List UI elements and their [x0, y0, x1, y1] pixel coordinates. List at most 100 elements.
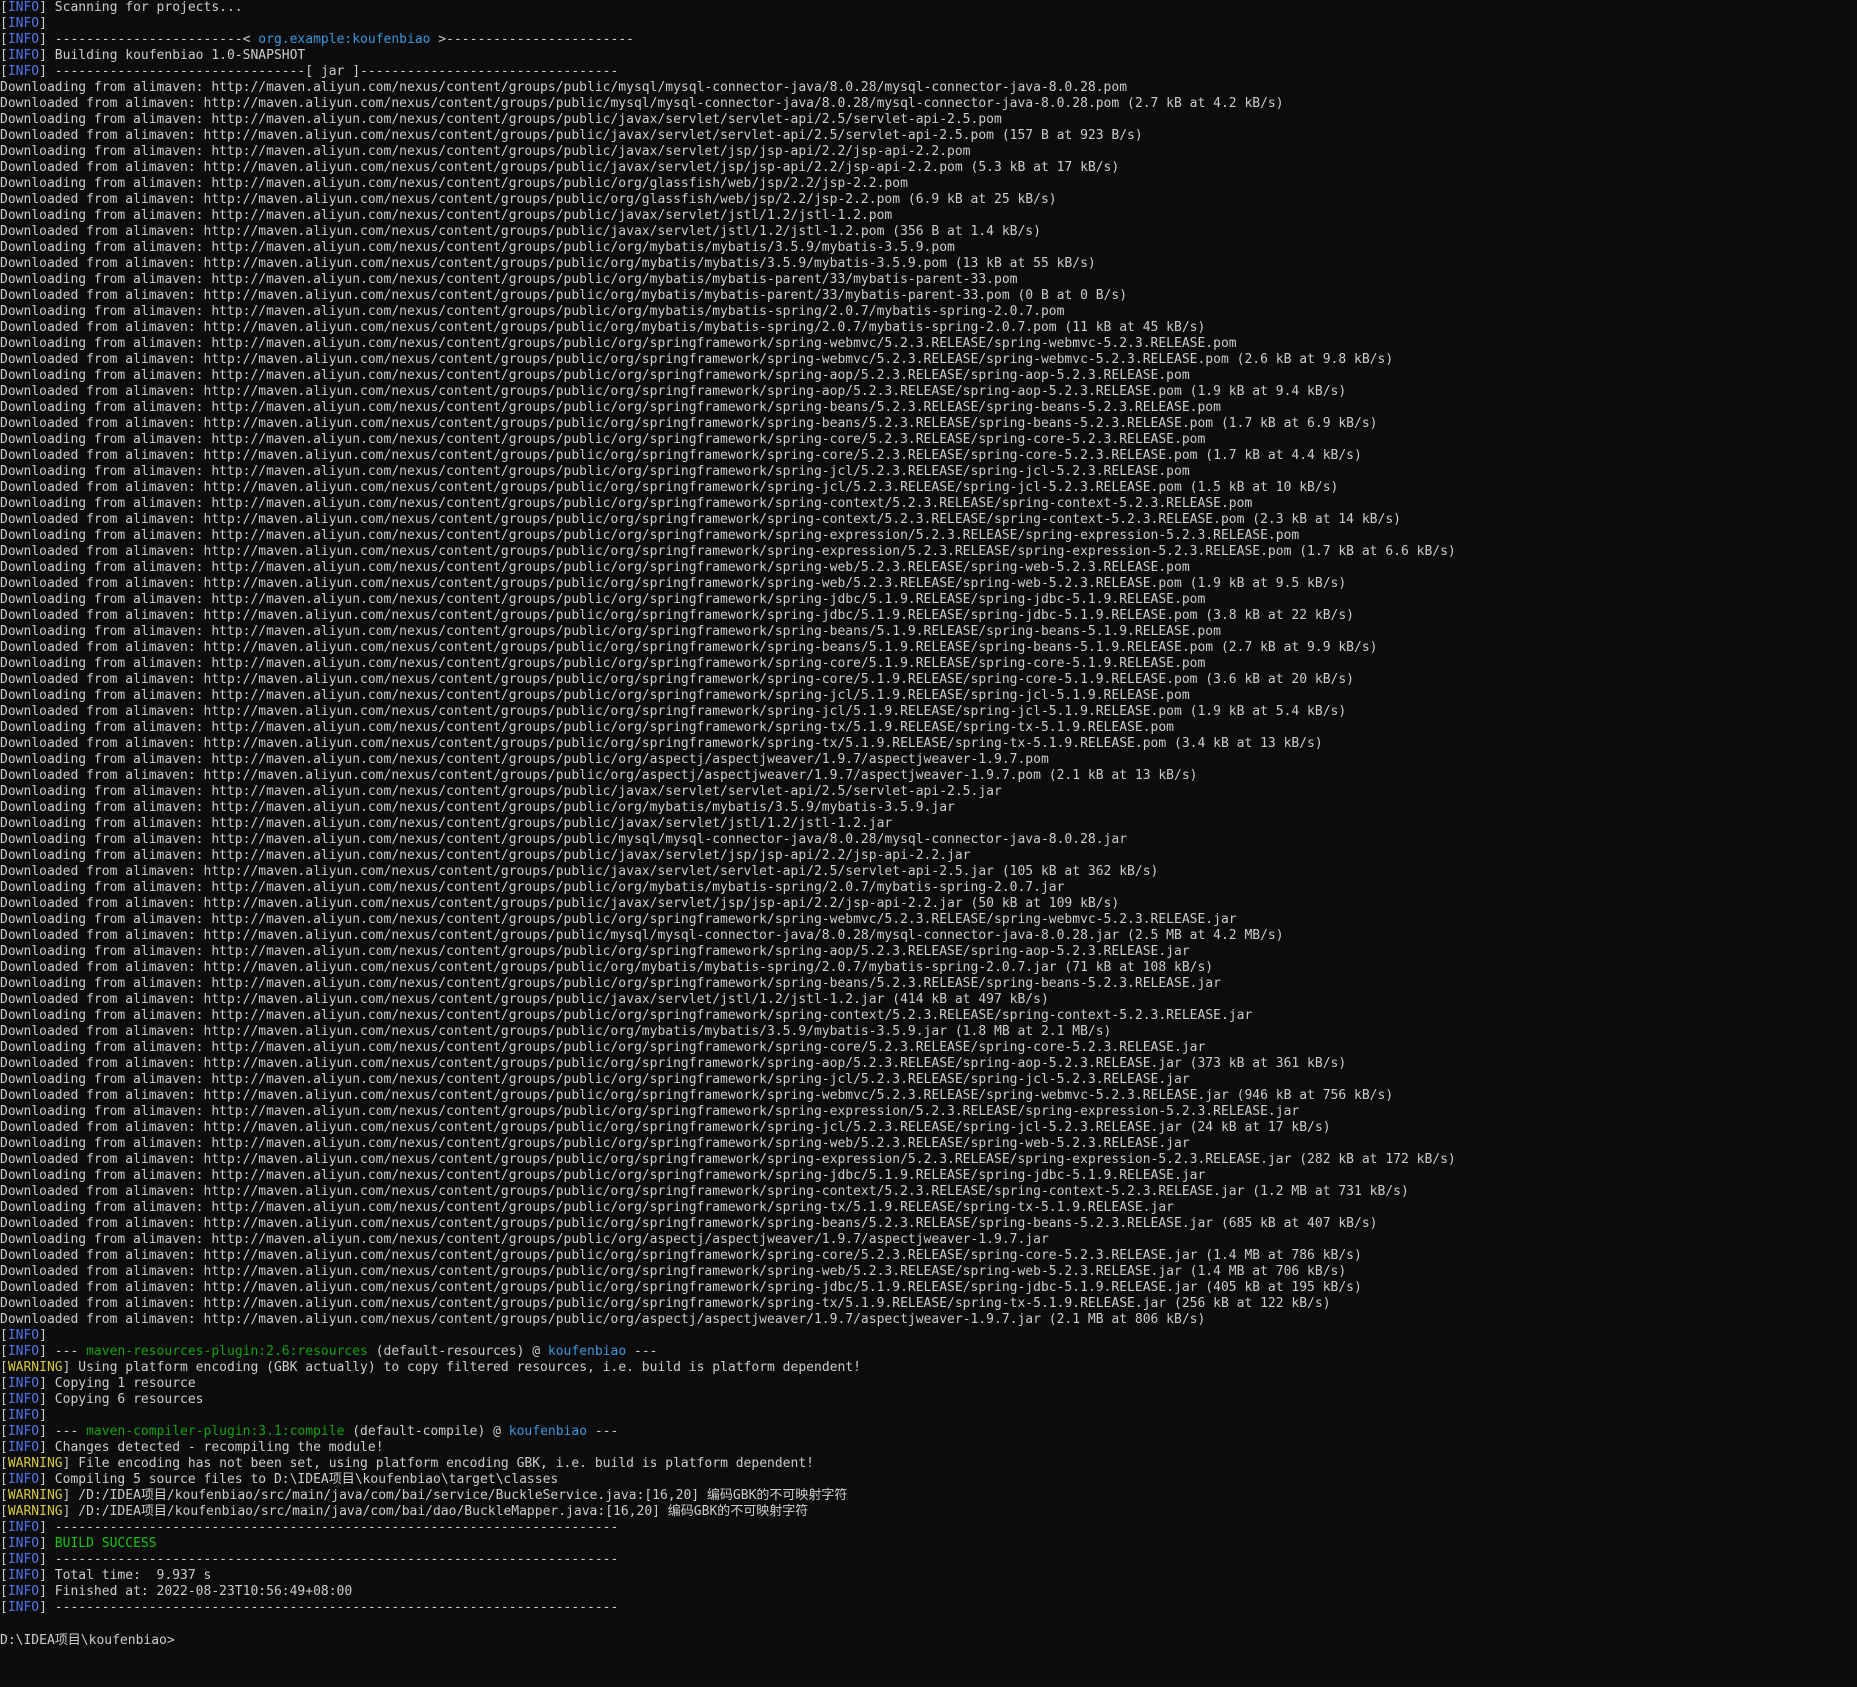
console-line: Downloaded from alimaven: http://maven.a…: [0, 288, 1857, 304]
line-text: Downloading from alimaven: http://maven.…: [0, 1200, 1174, 1215]
line-text: Downloaded from alimaven: http://maven.a…: [0, 1024, 1112, 1039]
line-text-after: >------------------------: [430, 32, 634, 47]
log-level-close-bracket: ]: [39, 1408, 55, 1423]
line-text: Downloaded from alimaven: http://maven.a…: [0, 1216, 1378, 1231]
console-line: Downloading from alimaven: http://maven.…: [0, 1200, 1857, 1216]
line-text: Downloading from alimaven: http://maven.…: [0, 784, 1002, 799]
line-text: Downloading from alimaven: http://maven.…: [0, 976, 1221, 991]
line-text: Downloading from alimaven: http://maven.…: [0, 944, 1190, 959]
log-level-close-bracket: ]: [39, 1376, 55, 1391]
log-level-close-bracket: ]: [39, 1424, 55, 1439]
line-text: Downloaded from alimaven: http://maven.a…: [0, 384, 1347, 399]
log-level-open-bracket: [: [0, 1488, 8, 1503]
console-line: [INFO] BUILD SUCCESS: [0, 1536, 1857, 1552]
line-text: Downloaded from alimaven: http://maven.a…: [0, 1312, 1206, 1327]
line-text: Downloaded from alimaven: http://maven.a…: [0, 1056, 1347, 1071]
highlighted-token: maven-compiler-plugin:3.1:compile: [86, 1424, 345, 1439]
log-level-open-bracket: [: [0, 0, 8, 15]
line-text: Total time: 9.937 s: [54, 1568, 212, 1583]
console-line: Downloaded from alimaven: http://maven.a…: [0, 1120, 1857, 1136]
line-text: ------------------------<: [54, 32, 259, 47]
log-level: INFO: [7, 48, 40, 63]
line-text: Downloading from alimaven: http://maven.…: [0, 464, 1190, 479]
line-text: Downloaded from alimaven: http://maven.a…: [0, 480, 1339, 495]
line-text: Downloading from alimaven: http://maven.…: [0, 1168, 1206, 1183]
line-text: Downloaded from alimaven: http://maven.a…: [0, 512, 1401, 527]
line-text: Downloaded from alimaven: http://maven.a…: [0, 1296, 1331, 1311]
log-level-open-bracket: [: [0, 1408, 8, 1423]
line-text-after: (default-compile) @: [344, 1424, 509, 1439]
line-text: Downloading from alimaven: http://maven.…: [0, 80, 1128, 95]
console-line: Downloading from alimaven: http://maven.…: [0, 208, 1857, 224]
log-level: INFO: [7, 32, 40, 47]
console-line: [INFO] --------------------------------[…: [0, 64, 1857, 80]
build-status: BUILD SUCCESS: [54, 1536, 157, 1551]
line-text: Downloaded from alimaven: http://maven.a…: [0, 192, 1057, 207]
highlighted-token: maven-resources-plugin:2.6:resources: [86, 1344, 368, 1359]
command-prompt[interactable]: D:\IDEA项目\koufenbiao>: [0, 1632, 1857, 1648]
log-level-close-bracket: ]: [39, 1392, 55, 1407]
line-text: Downloading from alimaven: http://maven.…: [0, 912, 1237, 927]
log-level-close-bracket: ]: [39, 1584, 55, 1599]
console-line: [INFO]: [0, 1408, 1857, 1424]
console-line: Downloading from alimaven: http://maven.…: [0, 656, 1857, 672]
line-text: Downloaded from alimaven: http://maven.a…: [0, 768, 1198, 783]
line-text: Downloaded from alimaven: http://maven.a…: [0, 608, 1355, 623]
log-level-close-bracket: ]: [39, 0, 55, 15]
log-level: INFO: [7, 1392, 40, 1407]
console-line: Downloading from alimaven: http://maven.…: [0, 272, 1857, 288]
console-line: Downloaded from alimaven: http://maven.a…: [0, 896, 1857, 912]
line-text-after: ---: [626, 1344, 658, 1359]
console-line: [WARNING] /D:/IDEA项目/koufenbiao/src/main…: [0, 1488, 1857, 1504]
line-text: Downloading from alimaven: http://maven.…: [0, 592, 1206, 607]
console-line: Downloaded from alimaven: http://maven.a…: [0, 1280, 1857, 1296]
line-text: /D:/IDEA项目/koufenbiao/src/main/java/com/…: [78, 1504, 809, 1519]
console-line: Downloading from alimaven: http://maven.…: [0, 560, 1857, 576]
log-level: INFO: [7, 1408, 40, 1423]
log-level-open-bracket: [: [0, 48, 8, 63]
console-line: Downloaded from alimaven: http://maven.a…: [0, 1264, 1857, 1280]
console-line: Downloaded from alimaven: http://maven.a…: [0, 1184, 1857, 1200]
log-level-open-bracket: [: [0, 1456, 8, 1471]
line-text: Downloading from alimaven: http://maven.…: [0, 432, 1206, 447]
line-text: Downloaded from alimaven: http://maven.a…: [0, 640, 1378, 655]
console-line: Downloaded from alimaven: http://maven.a…: [0, 1152, 1857, 1168]
line-text: Downloaded from alimaven: http://maven.a…: [0, 320, 1206, 335]
line-text: Downloaded from alimaven: http://maven.a…: [0, 736, 1323, 751]
console-line: Downloading from alimaven: http://maven.…: [0, 832, 1857, 848]
terminal-output[interactable]: [INFO] Scanning for projects... [INFO] [I…: [0, 0, 1857, 1687]
console-line: Downloaded from alimaven: http://maven.a…: [0, 608, 1857, 624]
log-level-close-bracket: ]: [39, 1520, 55, 1535]
console-line: Downloaded from alimaven: http://maven.a…: [0, 320, 1857, 336]
log-level-open-bracket: [: [0, 1424, 8, 1439]
console-line: Downloading from alimaven: http://maven.…: [0, 80, 1857, 96]
log-level-close-bracket: ]: [39, 1568, 55, 1583]
console-line: Downloading from alimaven: http://maven.…: [0, 1232, 1857, 1248]
console-line: Downloading from alimaven: http://maven.…: [0, 144, 1857, 160]
prompt-path: D:\IDEA项目\koufenbiao>: [0, 1633, 175, 1648]
console-line: [INFO] ---------------------------------…: [0, 1600, 1857, 1616]
console-line: Downloaded from alimaven: http://maven.a…: [0, 416, 1857, 432]
line-text: Downloaded from alimaven: http://maven.a…: [0, 704, 1347, 719]
line-text: Copying 1 resource: [54, 1376, 196, 1391]
console-line: Downloading from alimaven: http://maven.…: [0, 800, 1857, 816]
line-text: Downloaded from alimaven: http://maven.a…: [0, 1152, 1456, 1167]
line-text: Downloading from alimaven: http://maven.…: [0, 624, 1221, 639]
line-text: Downloaded from alimaven: http://maven.a…: [0, 896, 1120, 911]
line-text: /D:/IDEA项目/koufenbiao/src/main/java/com/…: [78, 1488, 848, 1503]
line-text: Downloading from alimaven: http://maven.…: [0, 528, 1300, 543]
console-line: Downloaded from alimaven: http://maven.a…: [0, 576, 1857, 592]
console-line: Downloaded from alimaven: http://maven.a…: [0, 544, 1857, 560]
line-text: ----------------------------------------…: [54, 1520, 619, 1535]
log-level-close-bracket: ]: [39, 64, 55, 79]
console-line: Downloaded from alimaven: http://maven.a…: [0, 992, 1857, 1008]
console-line: Downloaded from alimaven: http://maven.a…: [0, 448, 1857, 464]
log-level: INFO: [7, 1520, 40, 1535]
console-line: Downloading from alimaven: http://maven.…: [0, 304, 1857, 320]
console-line: Downloading from alimaven: http://maven.…: [0, 496, 1857, 512]
console-line: Downloading from alimaven: http://maven.…: [0, 784, 1857, 800]
console-line: Downloaded from alimaven: http://maven.a…: [0, 1088, 1857, 1104]
console-line: Downloaded from alimaven: http://maven.a…: [0, 736, 1857, 752]
line-text: Building koufenbiao 1.0-SNAPSHOT: [54, 48, 306, 63]
